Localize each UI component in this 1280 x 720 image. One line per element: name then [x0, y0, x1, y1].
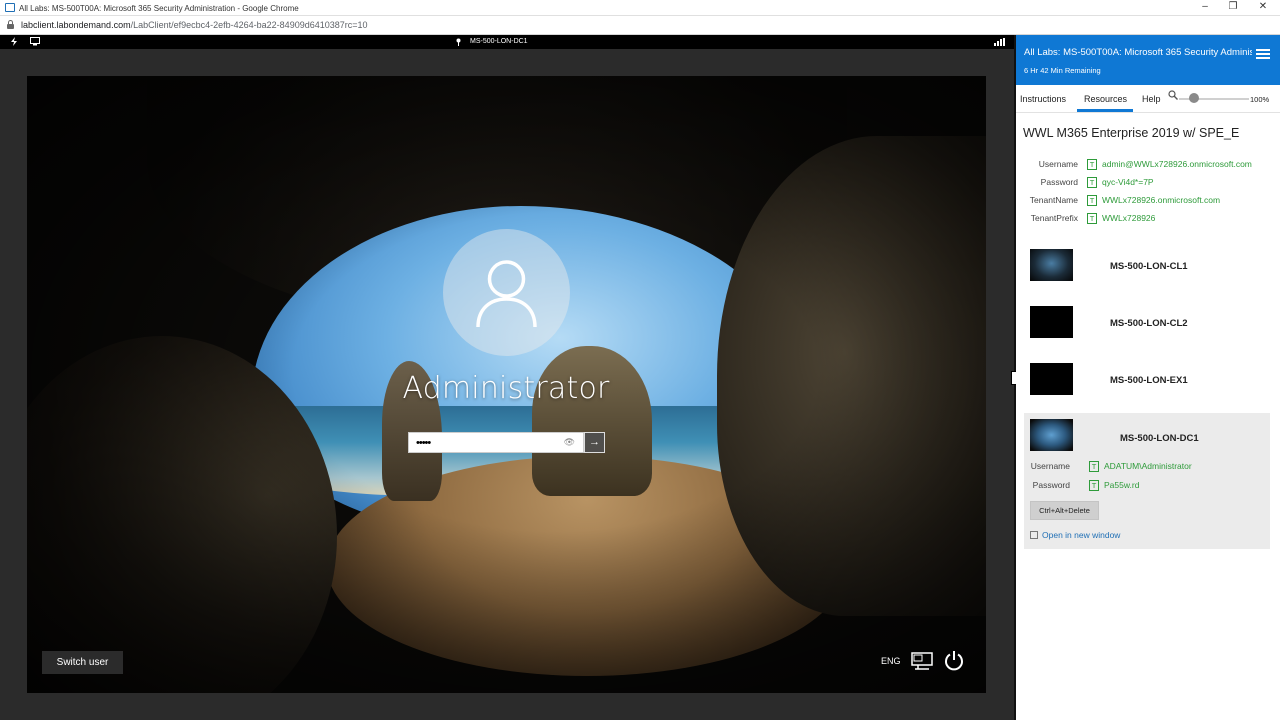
time-remaining: 6 Hr 42 Min Remaining [1024, 66, 1101, 75]
vm-name: MS-500-LON-EX1 [1110, 375, 1188, 386]
vm-toolbar: MS-500-LON-DC1 [0, 35, 1014, 49]
url-path: /LabClient/ef9ecbc4-2efb-4264-ba22-84909… [130, 20, 368, 30]
vm-thumbnail[interactable] [1030, 419, 1073, 451]
open-new-window-link[interactable]: Open in new window [1030, 530, 1120, 540]
vm-credential-password: Password T Pa55w.rd [1016, 480, 1262, 494]
vm-name: MS-500-LON-CL1 [1110, 261, 1188, 272]
tab-resources[interactable]: Resources [1084, 94, 1127, 104]
password-value: ••••• [416, 437, 431, 449]
vm-item-cl2[interactable]: MS-500-LON-CL2 [1024, 300, 1270, 352]
user-avatar [443, 229, 570, 356]
vm-name: MS-500-LON-DC1 [1120, 433, 1199, 444]
panel-header: All Labs: MS-500T00A: Microsoft 365 Secu… [1016, 35, 1280, 85]
vm-thumbnail[interactable] [1030, 249, 1073, 281]
lock-icon[interactable] [7, 20, 14, 29]
zoom-slider-handle[interactable] [1189, 93, 1199, 103]
vm-thumbnail[interactable] [1030, 306, 1073, 338]
open-new-window-label: Open in new window [1042, 530, 1121, 540]
tab-help[interactable]: Help [1142, 94, 1161, 104]
credential-label: Username [1038, 159, 1078, 169]
close-window-button[interactable]: ✕ [1248, 1, 1278, 12]
user-name: Administrator [402, 371, 610, 406]
address-bar[interactable]: labclient.labondemand.com/LabClient/ef9e… [0, 16, 1280, 35]
type-text-icon[interactable]: T [1087, 159, 1097, 170]
type-text-icon[interactable]: T [1087, 195, 1097, 206]
credential-label: Username [1030, 461, 1070, 471]
hamburger-menu-icon[interactable] [1256, 49, 1270, 59]
power-icon[interactable] [10, 37, 18, 48]
lab-favicon-icon [5, 3, 15, 12]
credential-password: Password T qyc-Vi4d*=7P [1016, 177, 1280, 191]
vm-item-cl1[interactable]: MS-500-LON-CL1 [1024, 243, 1270, 295]
vm-item-ex1[interactable]: MS-500-LON-EX1 [1024, 357, 1270, 409]
ctrl-alt-delete-button[interactable]: Ctrl+Alt+Delete [1030, 501, 1099, 520]
credential-value[interactable]: qyc-Vi4d*=7P [1102, 177, 1154, 187]
vm-credential-username: Username T ADATUM\Administrator [1016, 461, 1262, 475]
zoom-value: 100% [1250, 95, 1270, 104]
minimize-button[interactable]: – [1190, 1, 1220, 12]
password-field[interactable]: ••••• 👁 [408, 432, 584, 453]
credential-tenant-name: TenantName T WWLx728926.onmicrosoft.com [1016, 195, 1280, 209]
tab-instructions[interactable]: Instructions [1020, 94, 1066, 104]
credential-value[interactable]: WWLx728926 [1102, 213, 1155, 223]
credential-value[interactable]: ADATUM\Administrator [1104, 461, 1192, 471]
browser-title-bar: All Labs: MS-500T00A: Microsoft 365 Secu… [0, 0, 1280, 16]
credential-value[interactable]: admin@WWLx728926.onmicrosoft.com [1102, 159, 1252, 169]
language-indicator[interactable]: ENG [881, 656, 901, 666]
reveal-password-icon[interactable]: 👁 [564, 437, 575, 448]
restore-button[interactable]: ❐ [1218, 1, 1248, 12]
type-text-icon[interactable]: T [1089, 480, 1099, 491]
windows-lock-screen[interactable]: Administrator ••••• 👁 → Switch user ENG [27, 76, 986, 693]
vm-title: MS-500-LON-DC1 [470, 38, 528, 45]
type-text-icon[interactable]: T [1089, 461, 1099, 472]
credential-label: Password [1040, 177, 1078, 187]
active-tab-indicator [1077, 109, 1133, 112]
submit-arrow-button[interactable]: → [584, 432, 605, 453]
power-options-icon[interactable] [943, 650, 965, 677]
pin-icon [456, 38, 461, 48]
type-text-icon[interactable]: T [1087, 177, 1097, 188]
vm-name: MS-500-LON-CL2 [1110, 318, 1188, 329]
vm-display[interactable]: Administrator ••••• 👁 → Switch user ENG [0, 49, 1014, 720]
vm-thumbnail[interactable] [1030, 363, 1073, 395]
network-icon[interactable] [911, 652, 933, 675]
signal-icon [994, 38, 1006, 46]
zoom-icon [1168, 90, 1178, 102]
switch-user-button[interactable]: Switch user [42, 651, 123, 674]
credential-label: Password [1032, 480, 1070, 490]
credential-label: TenantName [1029, 195, 1078, 205]
window-title: All Labs: MS-500T00A: Microsoft 365 Secu… [19, 4, 299, 13]
monitor-icon[interactable] [30, 37, 40, 48]
panel-title: All Labs: MS-500T00A: Microsoft 365 Secu… [1024, 47, 1252, 58]
user-icon [476, 260, 537, 328]
credential-label: TenantPrefix [1030, 213, 1078, 223]
credential-value[interactable]: WWLx728926.onmicrosoft.com [1102, 195, 1220, 205]
credential-tenant-prefix: TenantPrefix T WWLx728926 [1016, 213, 1280, 227]
panel-tabs: Instructions Resources Help 100% [1016, 85, 1280, 113]
vm-item-dc1[interactable]: MS-500-LON-DC1 Username T ADATUM\Adminis… [1024, 413, 1270, 549]
credential-value[interactable]: Pa55w.rd [1104, 480, 1139, 490]
lab-name: WWL M365 Enterprise 2019 w/ SPE_E [1023, 126, 1240, 140]
credential-username: Username T admin@WWLx728926.onmicrosoft.… [1016, 159, 1280, 173]
lab-panel: All Labs: MS-500T00A: Microsoft 365 Secu… [1016, 35, 1280, 720]
url-text[interactable]: labclient.labondemand.com/LabClient/ef9e… [21, 20, 368, 30]
url-host: labclient.labondemand.com [21, 20, 131, 30]
type-text-icon[interactable]: T [1087, 213, 1097, 224]
new-window-icon [1030, 531, 1038, 539]
